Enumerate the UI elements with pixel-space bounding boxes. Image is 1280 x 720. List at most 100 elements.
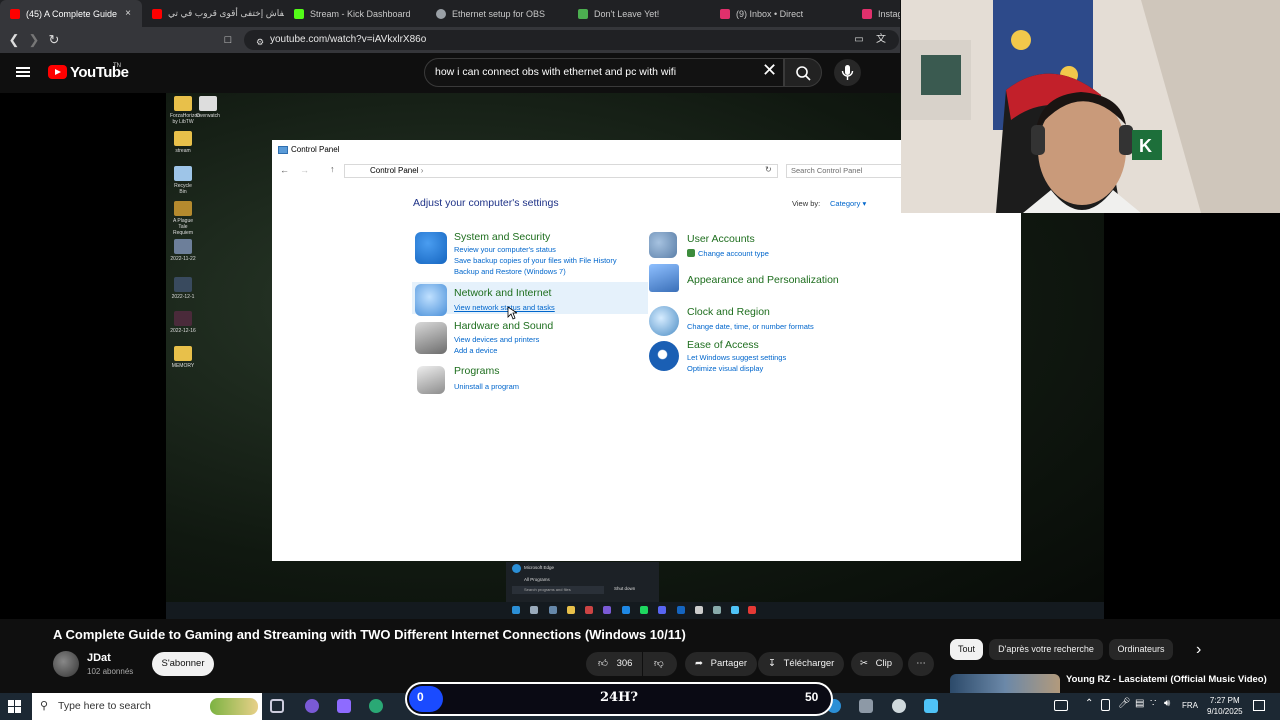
dislike-button[interactable]: 👎︎ <box>643 652 677 676</box>
breadcrumb-item[interactable]: Control Panel <box>370 166 418 175</box>
webcam-overlay: K <box>901 0 1280 213</box>
site-info-icon[interactable]: ⚙ <box>252 34 268 50</box>
tab-youtube-guide[interactable]: (45) A Complete Guide × <box>0 0 142 27</box>
desktop-icon: Recycle Bin <box>170 166 196 195</box>
recommendation-title[interactable]: Young RZ - Lasciatemi (Official Music Vi… <box>1066 674 1267 685</box>
more-icon: ⋯ <box>916 658 926 669</box>
page-heading: Adjust your computer's settings <box>413 197 559 209</box>
link-uninstall-program[interactable]: Uninstall a program <box>454 382 519 391</box>
category-appearance[interactable]: Appearance and Personalization <box>687 274 839 286</box>
mouse-cursor-icon <box>507 306 517 320</box>
reload-icon[interactable]: ↻ <box>46 32 62 48</box>
desktop-icon: 2022-11-22 <box>170 239 196 262</box>
recorded-taskbar <box>166 602 1104 619</box>
banner-left-badge <box>409 686 443 712</box>
notification-icon[interactable] <box>1253 700 1265 711</box>
settings-icon[interactable] <box>892 699 906 713</box>
wifi-icon[interactable]: ∵ <box>1150 698 1156 709</box>
clip-button[interactable]: ✂ Clip <box>851 652 903 676</box>
cast-icon[interactable]: ▭ <box>851 32 867 48</box>
share-button[interactable]: ➦ Partager <box>685 652 757 676</box>
network-icon[interactable]: ▤ <box>1135 698 1144 709</box>
subscribe-button[interactable]: S'abonner <box>152 652 214 676</box>
category-clock-region[interactable]: Clock and Region <box>687 306 770 318</box>
link-date-time-formats[interactable]: Change date, time, or number formats <box>687 322 814 331</box>
category-programs[interactable]: Programs <box>454 365 500 377</box>
up-arrow-icon[interactable]: ↑ <box>330 164 335 174</box>
thumbs-up-icon: 👍︎ <box>598 658 608 669</box>
edge-icon[interactable] <box>369 699 383 713</box>
tab-instagram-inbox[interactable]: (9) Inbox • Direct <box>710 0 852 27</box>
keyboard-icon[interactable] <box>1054 700 1068 711</box>
link-devices-printers[interactable]: View devices and printers <box>454 335 539 344</box>
link-change-account-type[interactable]: Change account type <box>698 249 769 258</box>
globe-favicon-icon <box>436 8 446 19</box>
windows-start-icon[interactable] <box>8 700 22 714</box>
link-backup-restore[interactable]: Backup and Restore (Windows 7) <box>454 267 566 276</box>
tab-ethernet-obs[interactable]: Ethernet setup for OBS <box>426 0 568 27</box>
app-icon[interactable] <box>305 699 319 713</box>
language-indicator[interactable]: FRA <box>1182 701 1198 710</box>
link-network-status[interactable]: View network status and tasks <box>454 303 555 312</box>
back-arrow-icon[interactable]: ← <box>280 165 289 175</box>
system-clock[interactable]: 7:27 PM 9/10/2025 <box>1207 695 1243 717</box>
chip-computers[interactable]: Ordinateurs <box>1109 639 1173 660</box>
youtube-logo-icon[interactable] <box>48 65 67 79</box>
bookmark-icon[interactable]: □ <box>220 32 236 48</box>
search-button[interactable] <box>784 58 822 87</box>
copilot-icon[interactable] <box>337 699 351 713</box>
search-input[interactable]: how i can connect obs with ethernet and … <box>424 58 784 87</box>
download-button[interactable]: ↧ Télécharger <box>758 652 844 676</box>
chevron-right-icon[interactable]: › <box>1196 641 1201 659</box>
category-network-internet[interactable]: Network and Internet <box>454 287 551 299</box>
scissors-icon: ✂ <box>860 658 868 669</box>
tab-instagram[interactable]: Instag <box>852 0 900 27</box>
microphone-tray-icon[interactable]: 🎤︎ <box>1118 698 1131 709</box>
link-add-device[interactable]: Add a device <box>454 346 497 355</box>
volume-icon[interactable]: 🔊︎ <box>1164 698 1170 709</box>
address-bar[interactable]: youtube.com/watch?v=iAVkxlrX86o <box>244 30 899 50</box>
link-suggest-settings[interactable]: Let Windows suggest settings <box>687 353 786 362</box>
chip-from-search[interactable]: D'après votre recherche <box>989 639 1103 660</box>
url-text: youtube.com/watch?v=iAVkxlrX86o <box>270 34 427 45</box>
clear-search-icon[interactable]: ✕ <box>762 60 777 81</box>
category-hardware-sound[interactable]: Hardware and Sound <box>454 320 553 332</box>
back-arrow-icon[interactable]: ❮ <box>6 32 22 48</box>
view-by-dropdown[interactable]: Category ▾ <box>830 199 866 208</box>
app-icon[interactable] <box>859 699 873 713</box>
category-user-accounts[interactable]: User Accounts <box>687 233 755 245</box>
task-view-icon[interactable] <box>270 699 284 713</box>
channel-name[interactable]: JDat <box>87 652 111 664</box>
like-button[interactable]: 👍︎ 306 <box>586 652 642 676</box>
download-icon: ↧ <box>768 658 776 669</box>
taskbar-search-input[interactable]: ⚲ Type here to search <box>32 693 262 720</box>
share-icon: ➦ <box>695 658 703 669</box>
breadcrumb[interactable]: Control Panel › <box>344 164 778 178</box>
search-placeholder: Type here to search <box>58 700 151 712</box>
control-panel-icon[interactable] <box>924 699 938 713</box>
voice-search-button[interactable] <box>834 59 861 86</box>
forward-arrow-icon[interactable]: → <box>300 165 309 175</box>
kick-favicon-icon <box>294 8 304 19</box>
category-ease-of-access[interactable]: Ease of Access <box>687 339 759 351</box>
chevron-up-icon[interactable]: ⌃ <box>1085 698 1093 709</box>
refresh-icon[interactable]: ↻ <box>765 165 772 174</box>
video-title: A Complete Guide to Gaming and Streaming… <box>53 627 686 642</box>
tab-arabic-video[interactable]: كيفاش إختفى أقوى قروب في تي <box>142 0 284 27</box>
forward-arrow-icon[interactable]: ❯ <box>26 32 42 48</box>
category-system-security[interactable]: System and Security <box>454 231 550 243</box>
chip-all[interactable]: Tout <box>950 639 983 660</box>
channel-avatar[interactable] <box>53 651 79 677</box>
desktop-icon: 2022-12-16 <box>170 311 196 334</box>
link-file-history[interactable]: Save backup copies of your files with Fi… <box>454 256 617 265</box>
link-review-status[interactable]: Review your computer's status <box>454 245 556 254</box>
tray-icon[interactable] <box>1101 699 1110 711</box>
link-optimize-display[interactable]: Optimize visual display <box>687 364 763 373</box>
translate-icon[interactable]: 文 <box>873 32 889 48</box>
tab-kick-dashboard[interactable]: Stream - Kick Dashboard <box>284 0 426 27</box>
svg-text:K: K <box>1139 136 1152 156</box>
tab-dont-leave[interactable]: Don't Leave Yet! <box>568 0 710 27</box>
close-tab-icon[interactable]: × <box>125 8 131 19</box>
more-actions-button[interactable]: ⋯ <box>908 652 934 676</box>
hamburger-menu-icon[interactable] <box>16 67 30 77</box>
